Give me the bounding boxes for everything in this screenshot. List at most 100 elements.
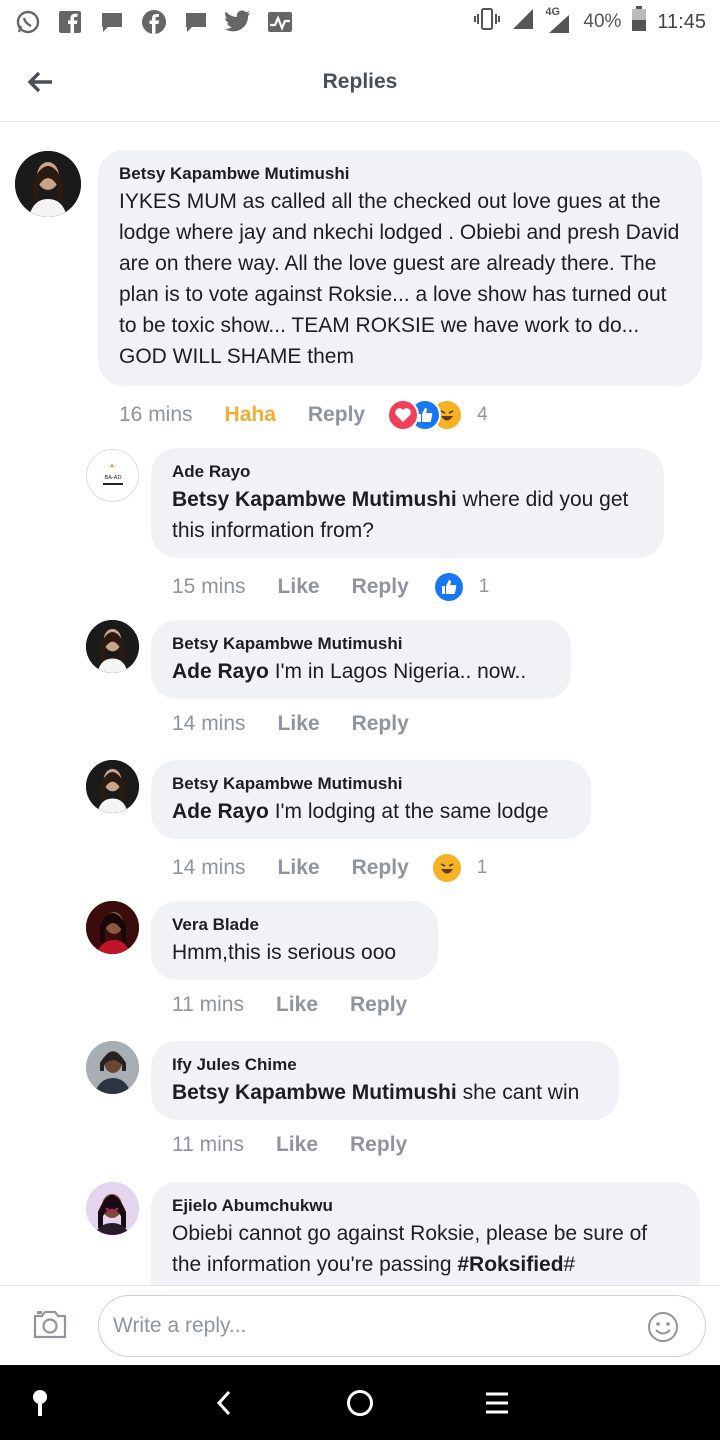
- reaction-summary[interactable]: 4: [387, 399, 488, 431]
- avatar[interactable]: [86, 620, 139, 673]
- twitter-icon: [224, 8, 252, 36]
- reply-button[interactable]: Reply: [352, 712, 409, 736]
- comment-bubble[interactable]: Ade Rayo Betsy Kapambwe Mutimushi where …: [151, 448, 664, 558]
- reaction-count: 1: [478, 576, 490, 597]
- reaction-count: 4: [477, 404, 488, 425]
- haha-reaction-button[interactable]: Haha: [225, 403, 276, 427]
- reply-button[interactable]: Reply: [352, 575, 409, 599]
- comment-author[interactable]: Betsy Kapambwe Mutimushi: [172, 774, 570, 794]
- comment-author[interactable]: Ejielo Abumchukwu: [172, 1196, 679, 1216]
- reply-input[interactable]: [98, 1295, 706, 1357]
- comment-author[interactable]: Vera Blade: [172, 915, 417, 935]
- like-reaction-icon: [432, 571, 465, 603]
- comment-actions: 14 mins Like Reply 1: [172, 852, 487, 884]
- reply-button[interactable]: Reply: [350, 1133, 407, 1157]
- facebook-icon: [140, 8, 168, 36]
- network-type: 4G: [545, 6, 561, 18]
- clock: 11:45: [657, 10, 706, 33]
- like-button[interactable]: Like: [276, 1133, 318, 1157]
- camera-button[interactable]: [32, 1308, 72, 1344]
- comment-bubble[interactable]: Betsy Kapambwe Mutimushi Ade Rayo I'm in…: [151, 620, 571, 699]
- menu-icon: [486, 1392, 508, 1414]
- comment-bubble[interactable]: Betsy Kapambwe Mutimushi IYKES MUM as ca…: [98, 150, 702, 386]
- nav-back-button[interactable]: [204, 1383, 244, 1423]
- comment-text: Hmm,this is serious ooo: [172, 941, 397, 964]
- comment-author[interactable]: Ify Jules Chime: [172, 1055, 598, 1075]
- reaction-count: 1: [476, 857, 488, 878]
- mention-link[interactable]: Betsy Kapambwe Mutimushi: [172, 1081, 457, 1104]
- comment-author[interactable]: Betsy Kapambwe Mutimushi: [119, 164, 681, 184]
- avatar[interactable]: [86, 901, 139, 954]
- facebook-icon: [56, 8, 84, 36]
- comment-text: Betsy Kapambwe Mutimushi where did you g…: [172, 484, 643, 546]
- avatar[interactable]: BA-AD: [86, 449, 139, 502]
- notification-icons: [14, 8, 294, 36]
- comment-bubble[interactable]: Ify Jules Chime Betsy Kapambwe Mutimushi…: [151, 1041, 619, 1120]
- comment-time: 14 mins: [172, 712, 246, 735]
- whatsapp-icon: [14, 8, 42, 36]
- reply-button[interactable]: Reply: [352, 856, 409, 880]
- header: Replies: [0, 44, 720, 122]
- system-nav-bar: [0, 1365, 720, 1440]
- message-icon: [98, 8, 126, 36]
- comment-time: 11 mins: [172, 1133, 244, 1156]
- comment-bubble[interactable]: Ejielo Abumchukwu Obiebi cannot go again…: [151, 1182, 700, 1285]
- vibrate-icon: [473, 7, 501, 37]
- reply-composer: [0, 1285, 720, 1365]
- comment-text: Betsy Kapambwe Mutimushi she cant win: [172, 1077, 598, 1108]
- nav-home-button[interactable]: [340, 1383, 380, 1423]
- like-button[interactable]: Like: [278, 575, 320, 599]
- battery-percent: 40%: [583, 11, 622, 32]
- reply-button[interactable]: Reply: [308, 403, 365, 427]
- like-button[interactable]: Like: [278, 712, 320, 736]
- comment-body: I'm in Lagos Nigeria.. now..: [268, 660, 527, 683]
- haha-reaction-icon: [430, 852, 463, 884]
- comment-author[interactable]: Betsy Kapambwe Mutimushi: [172, 634, 550, 654]
- comment-time: 15 mins: [172, 575, 246, 598]
- nav-menu-button[interactable]: [477, 1383, 517, 1423]
- comment-actions: 15 mins Like Reply 1: [172, 571, 489, 603]
- comment-author[interactable]: Ade Rayo: [172, 462, 643, 482]
- avatar[interactable]: [86, 1041, 139, 1094]
- mention-link[interactable]: Ade Rayo: [172, 660, 269, 683]
- comment-time: 14 mins: [172, 856, 246, 879]
- reply-button[interactable]: Reply: [350, 993, 407, 1017]
- reaction-summary[interactable]: 1: [430, 852, 488, 884]
- back-icon: [216, 1390, 231, 1416]
- battery-icon: [631, 6, 647, 38]
- network-4g-icon: 4G: [545, 6, 573, 35]
- comment-time: 16 mins: [119, 403, 193, 426]
- like-button[interactable]: Like: [278, 856, 320, 880]
- avatar[interactable]: [15, 151, 81, 217]
- replies-thread[interactable]: Betsy Kapambwe Mutimushi IYKES MUM as ca…: [0, 123, 720, 1285]
- comment-actions: 16 mins Haha Reply 4: [119, 399, 488, 431]
- status-bar: 4G 40% 11:45: [0, 0, 720, 44]
- system-status: 4G 40% 11:45: [473, 6, 706, 38]
- activity-icon: [266, 8, 294, 36]
- comment-time: 11 mins: [172, 993, 244, 1016]
- message-icon: [182, 8, 210, 36]
- comment-text: IYKES MUM as called all the checked out …: [119, 190, 680, 368]
- reaction-summary[interactable]: 1: [432, 571, 490, 603]
- mention-link[interactable]: Betsy Kapambwe Mutimushi: [172, 488, 457, 511]
- comment-text: Ade Rayo I'm in Lagos Nigeria.. now..: [172, 656, 550, 687]
- comment-body-suffix: #: [563, 1253, 576, 1276]
- emoji-button[interactable]: [646, 1310, 680, 1344]
- page-title: Replies: [322, 70, 398, 93]
- signal-icon: [511, 7, 535, 37]
- comment-body: she cant win: [456, 1081, 580, 1104]
- avatar[interactable]: [86, 1182, 139, 1235]
- comment-actions: 11 mins Like Reply: [172, 993, 439, 1017]
- mention-link[interactable]: Ade Rayo: [172, 800, 269, 823]
- assistant-button[interactable]: [20, 1383, 60, 1423]
- like-button[interactable]: Like: [276, 993, 318, 1017]
- comment-bubble[interactable]: Vera Blade Hmm,this is serious ooo: [151, 901, 438, 980]
- avatar[interactable]: [86, 760, 139, 813]
- comment-text: Obiebi cannot go against Roksie, please …: [172, 1218, 679, 1280]
- assistant-icon: [33, 1390, 47, 1416]
- comment-bubble[interactable]: Betsy Kapambwe Mutimushi Ade Rayo I'm lo…: [151, 760, 591, 839]
- hashtag-link[interactable]: #Roksified: [457, 1253, 563, 1276]
- comment-actions: 11 mins Like Reply: [172, 1133, 439, 1157]
- comment-actions: 14 mins Like Reply: [172, 712, 441, 736]
- home-icon: [347, 1390, 373, 1416]
